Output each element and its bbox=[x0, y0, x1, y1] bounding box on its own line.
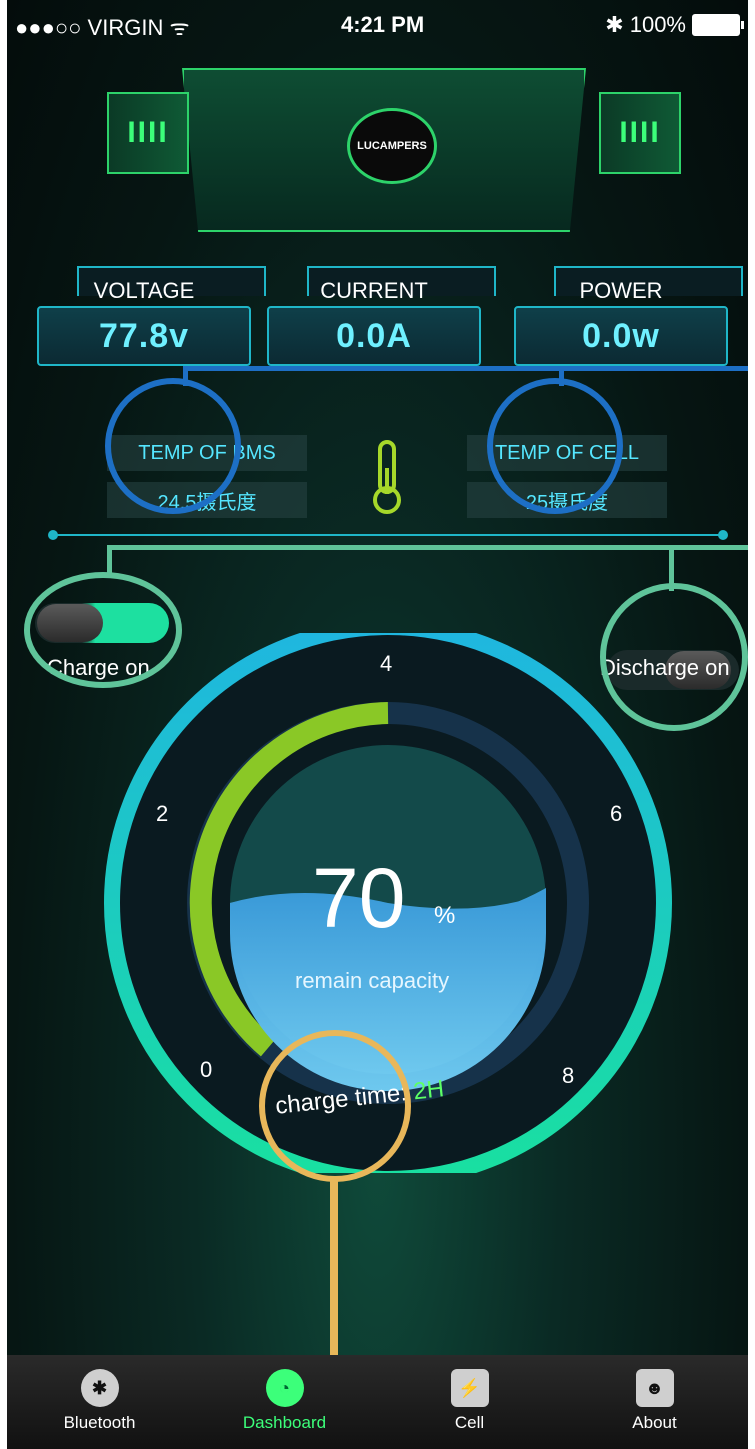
bluetooth-icon: ✱ bbox=[80, 1369, 119, 1407]
charge-time-value: 2H bbox=[411, 1075, 446, 1106]
power-metric: POWER 0.0w bbox=[514, 266, 743, 366]
annotation-line bbox=[107, 545, 748, 550]
gauge-tick-0: 0 bbox=[200, 1057, 213, 1082]
annotation-circle bbox=[487, 378, 623, 514]
tab-label: Dashboard bbox=[242, 1413, 327, 1432]
wifi-icon: ᯤ bbox=[169, 15, 190, 40]
current-value: 0.0A bbox=[267, 306, 481, 366]
annotation-line bbox=[107, 545, 112, 575]
capacity-percent: 70 bbox=[312, 851, 406, 945]
person-icon: ☻ bbox=[635, 1369, 674, 1407]
annotation-line bbox=[183, 366, 748, 371]
battery-icon bbox=[692, 14, 744, 36]
voltage-metric: VOLTAGE 77.8v bbox=[37, 266, 266, 366]
divider-dot bbox=[718, 530, 728, 540]
voltage-label: VOLTAGE bbox=[93, 278, 195, 303]
tab-cell[interactable]: ⚡ Cell bbox=[377, 1355, 562, 1449]
capacity-percent-unit: % bbox=[434, 902, 456, 929]
tab-label: Bluetooth bbox=[63, 1413, 136, 1432]
annotation-circle bbox=[259, 1030, 411, 1182]
temp-divider bbox=[51, 534, 723, 536]
thermometer-icon bbox=[367, 438, 407, 518]
tab-label: About bbox=[632, 1413, 677, 1432]
bottom-tab-bar: ✱ Bluetooth ◔ Dashboard ⚡ Cell ☻ About bbox=[7, 1355, 748, 1449]
power-value: 0.0w bbox=[514, 306, 728, 366]
gauge-tick-4: 4 bbox=[380, 651, 393, 676]
right-bars-decoration: IIII bbox=[599, 92, 681, 174]
gauge-tick-8: 8 bbox=[562, 1063, 575, 1088]
tab-label: Cell bbox=[454, 1413, 485, 1432]
current-metric: CURRENT 0.0A bbox=[267, 266, 496, 366]
power-label: POWER bbox=[579, 278, 663, 303]
gauge-tick-6: 6 bbox=[610, 801, 623, 826]
divider-dot bbox=[48, 530, 58, 540]
status-bar: ●●●○○ VIRGIN ᯤ 4:21 PM ✱ 100% bbox=[7, 0, 748, 52]
current-label: CURRENT bbox=[320, 278, 428, 303]
battery-status: ✱ 100% bbox=[605, 12, 744, 38]
tab-bluetooth[interactable]: ✱ Bluetooth bbox=[7, 1355, 192, 1449]
tab-dashboard[interactable]: ◔ Dashboard bbox=[192, 1355, 377, 1449]
carrier-text: ●●●○○ VIRGIN bbox=[15, 15, 164, 40]
voltage-value: 77.8v bbox=[37, 306, 251, 366]
carrier: ●●●○○ VIRGIN ᯤ bbox=[15, 12, 190, 42]
app-screen: ●●●○○ VIRGIN ᯤ 4:21 PM ✱ 100% IIII IIII … bbox=[7, 0, 748, 1449]
brand-logo: LUCAMPERS bbox=[347, 108, 437, 184]
status-time: 4:21 PM bbox=[341, 12, 425, 37]
dashboard-icon: ◔ bbox=[265, 1369, 304, 1407]
bluetooth-icon: ✱ bbox=[605, 12, 624, 37]
cell-icon: ⚡ bbox=[450, 1369, 489, 1407]
gauge-tick-2: 2 bbox=[156, 801, 169, 826]
annotation-circle bbox=[105, 378, 241, 514]
battery-percent: 100% bbox=[629, 12, 686, 37]
left-bars-decoration: IIII bbox=[107, 92, 189, 174]
tab-about[interactable]: ☻ About bbox=[562, 1355, 747, 1449]
capacity-caption: remain capacity bbox=[295, 968, 450, 993]
